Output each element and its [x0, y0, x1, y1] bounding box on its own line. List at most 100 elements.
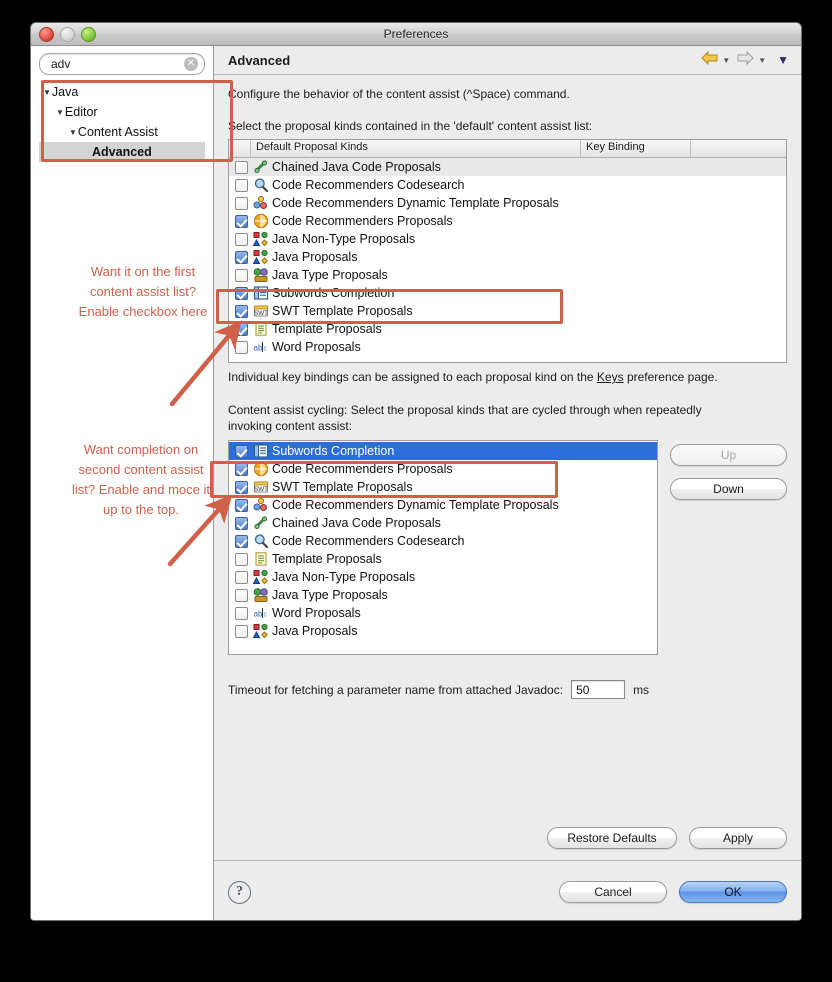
- table-row[interactable]: Java Type Proposals: [229, 266, 786, 284]
- help-icon[interactable]: ?: [228, 880, 251, 904]
- table-row[interactable]: Template Proposals: [229, 550, 657, 568]
- clear-icon[interactable]: ✕: [184, 57, 198, 71]
- table-row[interactable]: Subwords Completion: [229, 442, 657, 460]
- table-row[interactable]: ab c Word Proposals: [229, 338, 786, 356]
- chevron-down-icon[interactable]: ▼: [777, 53, 789, 67]
- table-row[interactable]: SWT SWT Template Proposals: [229, 302, 786, 320]
- minimize-button[interactable]: [60, 27, 75, 42]
- row-label: Chained Java Code Proposals: [272, 516, 441, 530]
- table-row[interactable]: Subwords Completion: [229, 284, 786, 302]
- sidebar-item-java[interactable]: ▼ Java: [39, 82, 205, 102]
- default-proposal-table[interactable]: Default Proposal Kinds Key Binding Chain…: [228, 139, 787, 363]
- row-checkbox[interactable]: [235, 498, 248, 512]
- row-label: Subwords Completion: [272, 444, 395, 458]
- table-row[interactable]: Template Proposals: [229, 320, 786, 338]
- close-button[interactable]: [39, 27, 54, 42]
- row-checkbox[interactable]: [235, 196, 248, 210]
- row-checkbox[interactable]: [235, 286, 248, 300]
- row-label: Code Recommenders Dynamic Template Propo…: [272, 196, 559, 210]
- column-header-spacer[interactable]: [691, 140, 786, 157]
- row-checkbox[interactable]: [235, 214, 248, 228]
- window-titlebar: Preferences: [31, 23, 801, 46]
- row-checkbox[interactable]: [235, 444, 248, 458]
- timeout-input[interactable]: [571, 680, 626, 699]
- row-label: Template Proposals: [272, 322, 382, 336]
- java-nontype-icon: [253, 249, 269, 265]
- row-label: SWT Template Proposals: [272, 304, 413, 318]
- back-arrow-icon[interactable]: [701, 50, 718, 70]
- dynamic-template-icon: [253, 195, 269, 211]
- row-checkbox[interactable]: [235, 178, 248, 192]
- cycling-proposal-table[interactable]: Subwords Completion Code Recommenders Pro…: [228, 440, 658, 655]
- row-checkbox[interactable]: [235, 322, 248, 336]
- sidebar-item-advanced[interactable]: Advanced: [39, 142, 205, 162]
- svg-text:ab: ab: [254, 344, 263, 353]
- ok-button[interactable]: OK: [679, 881, 787, 903]
- svg-text:SWT: SWT: [254, 486, 268, 493]
- restore-defaults-button[interactable]: Restore Defaults: [547, 827, 677, 849]
- row-label: Java Type Proposals: [272, 268, 388, 282]
- row-label: Java Non-Type Proposals: [272, 232, 416, 246]
- table-row[interactable]: Code Recommenders Proposals: [229, 212, 786, 230]
- preferences-detail-pane: Advanced ▼ ▼ ▼ Configure the behavior of…: [214, 46, 801, 920]
- annotation-line: list? Enable and moce it: [71, 482, 211, 497]
- sidebar-item-content-assist[interactable]: ▼ Content Assist: [39, 122, 205, 142]
- word-proposals-icon: ab c: [253, 339, 269, 355]
- move-down-button[interactable]: Down: [670, 478, 787, 500]
- row-checkbox[interactable]: [235, 462, 248, 476]
- table-row[interactable]: Code Recommenders Codesearch: [229, 532, 657, 550]
- row-checkbox[interactable]: [235, 250, 248, 264]
- keys-hint: Individual key bindings can be assigned …: [228, 370, 787, 384]
- magnifier-icon: [253, 177, 269, 193]
- svg-text:SWT: SWT: [254, 310, 268, 317]
- apply-button[interactable]: Apply: [689, 827, 787, 849]
- keys-link[interactable]: Keys: [597, 370, 624, 384]
- table-row[interactable]: Code Recommenders Dynamic Template Propo…: [229, 496, 657, 514]
- chevron-down-icon[interactable]: ▼: [43, 88, 51, 97]
- table-row[interactable]: Java Non-Type Proposals: [229, 568, 657, 586]
- table-row[interactable]: Java Non-Type Proposals: [229, 230, 786, 248]
- row-checkbox[interactable]: [235, 570, 248, 584]
- column-header-key-binding[interactable]: Key Binding: [581, 140, 691, 157]
- search-input[interactable]: [49, 56, 193, 72]
- row-checkbox[interactable]: [235, 552, 248, 566]
- column-header-check[interactable]: [229, 140, 251, 157]
- table-row[interactable]: SWT SWT Template Proposals: [229, 478, 657, 496]
- row-checkbox[interactable]: [235, 588, 248, 602]
- table-row[interactable]: Java Type Proposals: [229, 586, 657, 604]
- table-row[interactable]: ab c Word Proposals: [229, 604, 657, 622]
- forward-menu-chevron-icon[interactable]: ▼: [758, 56, 766, 65]
- table-row[interactable]: Java Proposals: [229, 248, 786, 266]
- table-row[interactable]: Chained Java Code Proposals: [229, 158, 786, 176]
- cycling-proposal-rows: Subwords Completion Code Recommenders Pro…: [229, 442, 657, 640]
- row-label: Code Recommenders Proposals: [272, 462, 453, 476]
- row-checkbox[interactable]: [235, 232, 248, 246]
- chevron-down-icon[interactable]: ▼: [69, 128, 77, 137]
- table-row[interactable]: Code Recommenders Dynamic Template Propo…: [229, 194, 786, 212]
- row-checkbox[interactable]: [235, 268, 248, 282]
- zoom-button[interactable]: [81, 27, 96, 42]
- chevron-down-icon[interactable]: ▼: [56, 108, 64, 117]
- keys-hint-after: preference page.: [623, 370, 718, 384]
- row-checkbox[interactable]: [235, 516, 248, 530]
- row-checkbox[interactable]: [235, 606, 248, 620]
- filter-search-box[interactable]: ✕: [39, 53, 205, 75]
- footer-buttons: Cancel OK: [559, 881, 787, 903]
- table-row[interactable]: Code Recommenders Proposals: [229, 460, 657, 478]
- row-checkbox[interactable]: [235, 304, 248, 318]
- cancel-button[interactable]: Cancel: [559, 881, 667, 903]
- table-row[interactable]: Code Recommenders Codesearch: [229, 176, 786, 194]
- row-checkbox[interactable]: [235, 624, 248, 638]
- row-checkbox[interactable]: [235, 480, 248, 494]
- table-row[interactable]: Java Proposals: [229, 622, 657, 640]
- traffic-light-group: [39, 27, 96, 42]
- sidebar-item-editor[interactable]: ▼ Editor: [39, 102, 205, 122]
- row-label: Java Proposals: [272, 250, 358, 264]
- row-checkbox[interactable]: [235, 340, 248, 354]
- move-up-button[interactable]: Up: [670, 444, 787, 466]
- row-checkbox[interactable]: [235, 534, 248, 548]
- column-header-kind[interactable]: Default Proposal Kinds: [251, 140, 581, 157]
- table-row[interactable]: Chained Java Code Proposals: [229, 514, 657, 532]
- row-checkbox[interactable]: [235, 160, 248, 174]
- back-menu-chevron-icon[interactable]: ▼: [722, 56, 730, 65]
